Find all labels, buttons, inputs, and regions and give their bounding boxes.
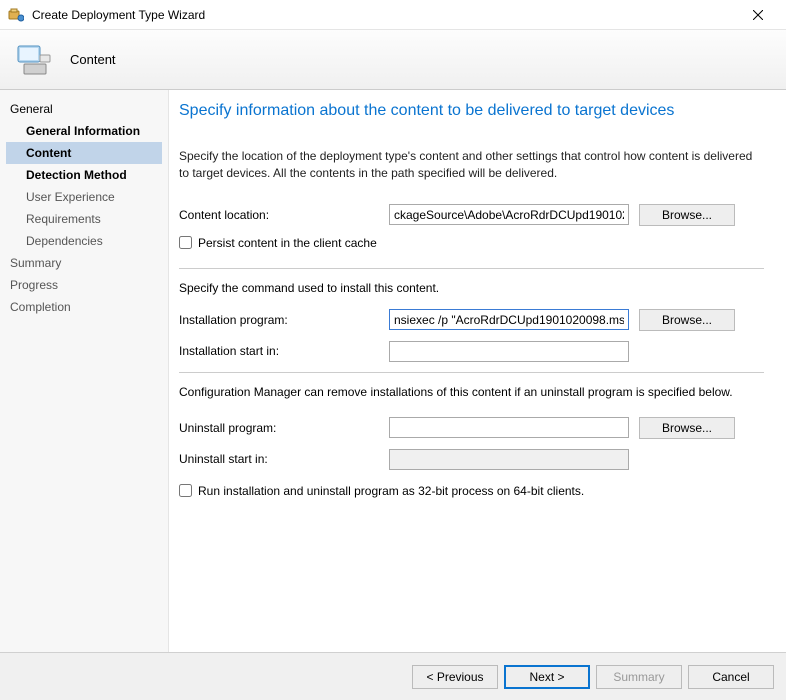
uninstall-description: Configuration Manager can remove install… bbox=[179, 385, 764, 399]
content-panel: Specify information about the content to… bbox=[168, 90, 786, 652]
wizard-header: Content bbox=[0, 30, 786, 90]
titlebar: Create Deployment Type Wizard bbox=[0, 0, 786, 30]
divider bbox=[179, 268, 764, 269]
nav-completion[interactable]: Completion bbox=[6, 296, 162, 318]
persist-cache-checkbox[interactable] bbox=[179, 236, 192, 249]
nav-general-information[interactable]: General Information bbox=[6, 120, 162, 142]
content-location-label: Content location: bbox=[179, 208, 379, 222]
wizard-sidebar: General General Information Content Dete… bbox=[0, 90, 168, 652]
previous-button[interactable]: < Previous bbox=[412, 665, 498, 689]
uninstall-start-input bbox=[389, 449, 629, 470]
nav-content[interactable]: Content bbox=[6, 142, 162, 164]
computer-icon bbox=[14, 40, 54, 80]
nav-summary[interactable]: Summary bbox=[6, 252, 162, 274]
run-32bit-checkbox[interactable] bbox=[179, 484, 192, 497]
content-heading: Specify information about the content to… bbox=[179, 102, 764, 120]
close-button[interactable] bbox=[738, 1, 778, 29]
next-button[interactable]: Next > bbox=[504, 665, 590, 689]
uninstall-start-label: Uninstall start in: bbox=[179, 452, 379, 466]
uninstall-program-input[interactable] bbox=[389, 417, 629, 438]
nav-user-experience[interactable]: User Experience bbox=[6, 186, 162, 208]
nav-progress[interactable]: Progress bbox=[6, 274, 162, 296]
browse-content-location-button[interactable]: Browse... bbox=[639, 204, 735, 226]
install-program-input[interactable] bbox=[389, 309, 629, 330]
install-start-input[interactable] bbox=[389, 341, 629, 362]
install-start-label: Installation start in: bbox=[179, 344, 379, 358]
nav-dependencies[interactable]: Dependencies bbox=[6, 230, 162, 252]
divider bbox=[179, 372, 764, 373]
browse-uninstall-program-button[interactable]: Browse... bbox=[639, 417, 735, 439]
uninstall-program-label: Uninstall program: bbox=[179, 421, 379, 435]
nav-general[interactable]: General bbox=[6, 98, 162, 120]
window-title: Create Deployment Type Wizard bbox=[32, 8, 738, 22]
summary-button: Summary bbox=[596, 665, 682, 689]
browse-install-program-button[interactable]: Browse... bbox=[639, 309, 735, 331]
nav-detection-method[interactable]: Detection Method bbox=[6, 164, 162, 186]
nav-requirements[interactable]: Requirements bbox=[6, 208, 162, 230]
run-32bit-label: Run installation and uninstall program a… bbox=[198, 484, 584, 498]
persist-cache-label: Persist content in the client cache bbox=[198, 236, 377, 250]
content-location-input[interactable] bbox=[389, 204, 629, 225]
app-icon bbox=[8, 7, 24, 23]
content-description: Specify the location of the deployment t… bbox=[179, 148, 764, 182]
page-title: Content bbox=[70, 52, 116, 67]
wizard-footer: < Previous Next > Summary Cancel bbox=[0, 652, 786, 700]
install-program-label: Installation program: bbox=[179, 313, 379, 327]
cancel-button[interactable]: Cancel bbox=[688, 665, 774, 689]
install-command-description: Specify the command used to install this… bbox=[179, 281, 764, 295]
